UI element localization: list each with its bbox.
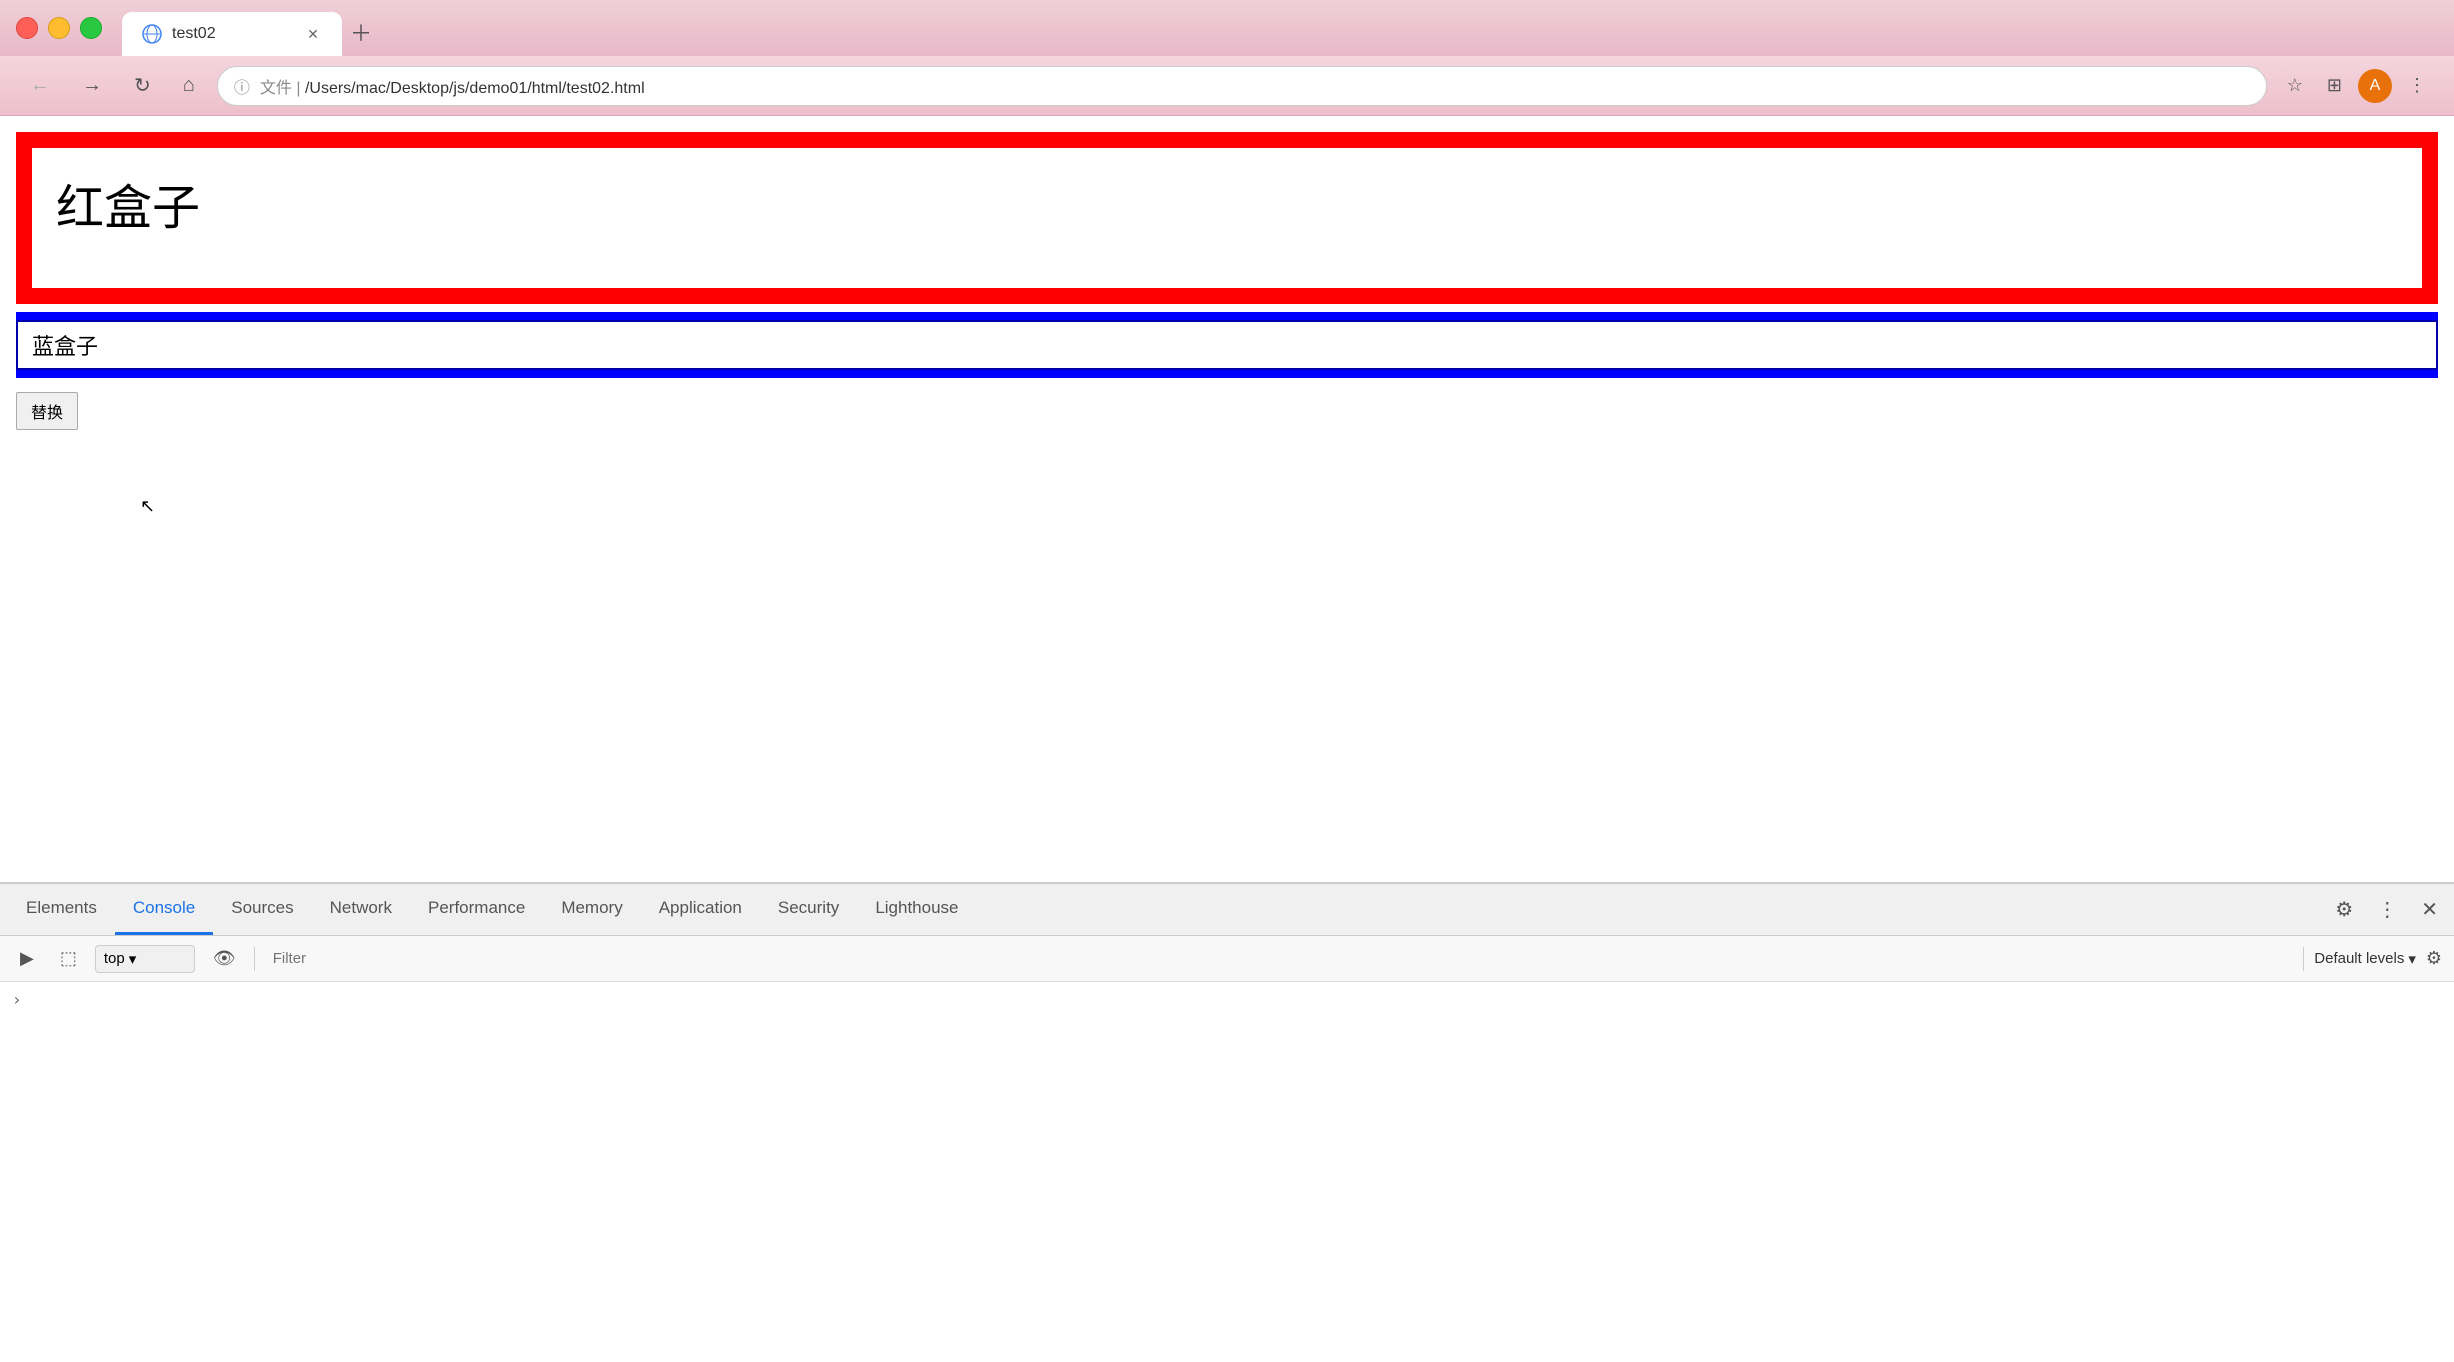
more-options-button[interactable]: ⋮ [2400,69,2434,102]
close-traffic-light[interactable] [16,17,38,39]
extensions-button[interactable]: ⊞ [2319,69,2350,102]
traffic-lights [16,17,102,39]
console-chevron[interactable]: › [12,990,22,1009]
forward-icon: → [82,74,102,96]
tab-favicon-icon [142,24,162,44]
cursor-area: ↖ [140,496,155,517]
forward-button[interactable]: → [72,68,112,103]
tab-network[interactable]: Network [312,884,410,935]
info-icon: ⓘ [234,74,250,98]
home-icon: ⌂ [183,74,195,96]
tab-elements-label: Elements [26,898,97,918]
tab-console-label: Console [133,898,195,918]
devtools-tab-actions: ⚙ ⋮ ✕ [2327,891,2446,928]
tab-bar: test02 ✕ ＋ [114,0,2438,56]
address-bar[interactable]: ⓘ 文件 | /Users/mac/Desktop/js/demo01/html… [217,66,2267,106]
red-box-inner: 红盒子 [32,148,2422,288]
devtools-tab-bar: Elements Console Sources Network Perform… [0,884,2454,936]
run-code-button[interactable]: ▶ [12,944,42,973]
red-box: 红盒子 [16,132,2438,304]
tab-memory-label: Memory [561,898,622,918]
blue-row [16,312,2438,378]
chevron-down-icon: ▾ [129,950,137,968]
console-output: › [0,982,2454,1362]
replace-button[interactable]: 替换 [16,392,78,430]
devtools-more-button[interactable]: ⋮ [2369,891,2405,928]
close-icon: ✕ [2421,899,2438,921]
play-icon: ▶ [20,948,34,969]
console-toolbar: ▶ ⬚ top ▾ 👁 Default levels ▾ ⚙ [0,936,2454,982]
page-content: 红盒子 替换 ↖ [0,116,2454,882]
context-selector[interactable]: top ▾ [95,945,195,973]
tab-sources-label: Sources [231,898,293,918]
more-vertical-icon: ⋮ [2377,899,2397,921]
tab-security[interactable]: Security [760,884,857,935]
blue-input[interactable] [16,320,2438,370]
tab-network-label: Network [330,898,392,918]
tab-application[interactable]: Application [641,884,760,935]
inspect-icon: ⬚ [60,948,77,969]
devtools-panel: Elements Console Sources Network Perform… [0,882,2454,1362]
filter-divider-2 [2303,947,2304,971]
title-bar: test02 ✕ ＋ [0,0,2454,56]
home-button[interactable]: ⌂ [173,68,205,103]
console-settings-button[interactable]: ⚙ [2426,948,2442,969]
tab-close-button[interactable]: ✕ [304,25,322,43]
tab-title: test02 [172,25,294,43]
eye-button[interactable]: 👁 [205,944,244,973]
tab-console[interactable]: Console [115,884,213,935]
tab-elements[interactable]: Elements [8,884,115,935]
address-prefix: 文件 | [260,80,305,97]
tab-performance-label: Performance [428,898,525,918]
tab-performance[interactable]: Performance [410,884,543,935]
browser-tab-active[interactable]: test02 ✕ [122,12,342,56]
filter-divider [254,947,255,971]
default-levels-selector[interactable]: Default levels ▾ [2314,950,2416,968]
nav-bar: ← → ↻ ⌂ ⓘ 文件 | /Users/mac/Desktop/js/dem… [0,56,2454,116]
bookmark-button[interactable]: ☆ [2279,69,2311,102]
red-box-text: 红盒子 [56,182,200,235]
eye-icon: 👁 [213,948,236,969]
tab-security-label: Security [778,898,839,918]
nav-actions: ☆ ⊞ A ⋮ [2279,69,2434,103]
chevron-down-icon-2: ▾ [2408,950,2416,968]
levels-label: Default levels [2314,950,2404,967]
browser-window: test02 ✕ ＋ ← → ↻ ⌂ ⓘ 文件 | /Users/mac/Des… [0,0,2454,1362]
minimize-traffic-light[interactable] [48,17,70,39]
back-icon: ← [30,74,50,96]
maximize-traffic-light[interactable] [80,17,102,39]
tab-application-label: Application [659,898,742,918]
filter-input[interactable] [265,946,2294,971]
devtools-close-button[interactable]: ✕ [2413,891,2446,928]
address-url: /Users/mac/Desktop/js/demo01/html/test02… [305,80,645,97]
gear-icon: ⚙ [2335,899,2353,921]
back-button[interactable]: ← [20,68,60,103]
reload-button[interactable]: ↻ [124,67,161,104]
profile-button[interactable]: A [2358,69,2392,103]
context-label: top [104,950,125,967]
tab-lighthouse-label: Lighthouse [875,898,958,918]
reload-icon: ↻ [134,75,151,97]
new-tab-button[interactable]: ＋ [342,8,380,56]
tab-sources[interactable]: Sources [213,884,311,935]
cursor-pointer: ↖ [140,496,155,516]
devtools-settings-button[interactable]: ⚙ [2327,891,2361,928]
address-text: 文件 | /Users/mac/Desktop/js/demo01/html/t… [260,74,2250,98]
gear-icon-2: ⚙ [2426,948,2442,968]
tab-lighthouse[interactable]: Lighthouse [857,884,976,935]
tab-memory[interactable]: Memory [543,884,640,935]
top-level-context-button[interactable]: ⬚ [52,944,85,973]
